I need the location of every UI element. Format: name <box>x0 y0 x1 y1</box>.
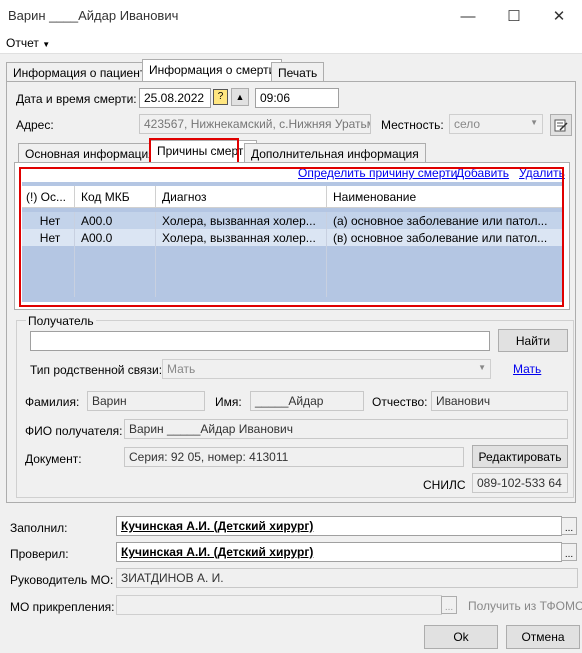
grid-highlight <box>19 167 564 307</box>
ok-button[interactable]: Ok <box>424 625 498 649</box>
time-up-button[interactable]: ▲ <box>231 88 249 106</box>
checked-by-select-button[interactable]: ... <box>561 543 577 561</box>
filled-by-field[interactable]: Кучинская А.И. (Детский хирург) <box>116 516 562 536</box>
edit-document-button[interactable]: Редактировать <box>472 445 568 468</box>
edit-icon <box>554 119 568 132</box>
checked-by-label: Проверил: <box>10 547 69 561</box>
name-field[interactable]: _____Айдар <box>250 391 364 411</box>
get-from-tfoms-link[interactable]: Получить из ТФОМС <box>468 599 582 613</box>
triangle-up-icon: ▲ <box>235 92 245 102</box>
minimize-icon[interactable]: — <box>445 0 491 32</box>
recipient-search-input[interactable] <box>30 331 490 351</box>
tab-additional-info[interactable]: Дополнительная информация <box>244 143 426 163</box>
address-label: Адрес: <box>16 118 54 132</box>
menu-bar: Отчет ▼ <box>0 32 582 54</box>
surname-label: Фамилия: <box>25 395 80 409</box>
chevron-down-icon: ▼ <box>530 118 538 127</box>
head-mo-label: Руководитель МО: <box>10 573 114 587</box>
chevron-down-icon: ▼ <box>478 363 486 372</box>
find-button[interactable]: Найти <box>498 329 568 352</box>
attach-mo-select-button[interactable]: ... <box>441 596 457 614</box>
tab-basic-info[interactable]: Основная информация <box>18 143 162 163</box>
death-date-field[interactable]: 25.08.2022 <box>139 88 211 108</box>
window-title: Варин ____Айдар Иванович <box>8 8 179 23</box>
patronymic-field[interactable]: Иванович <box>431 391 568 411</box>
address-edit-button[interactable] <box>550 114 572 136</box>
locality-label: Местность: <box>381 118 444 132</box>
attach-mo-field[interactable] <box>116 595 442 615</box>
document-label: Документ: <box>25 452 82 466</box>
calendar-help-icon[interactable]: ? <box>213 89 228 105</box>
chevron-down-icon: ▼ <box>42 40 51 49</box>
checked-by-field[interactable]: Кучинская А.И. (Детский хирург) <box>116 542 562 562</box>
maximize-icon[interactable]: ☐ <box>491 0 537 32</box>
tab-death-info[interactable]: Информация о смерти <box>142 59 283 82</box>
close-icon[interactable]: ✕ <box>536 0 582 32</box>
menu-report[interactable]: Отчет ▼ <box>6 36 50 50</box>
name-label: Имя: <box>215 395 242 409</box>
head-mo-field[interactable]: ЗИАТДИНОВ А. И. <box>116 568 578 588</box>
tab-patient-info[interactable]: Информация о пациенте <box>6 62 159 82</box>
relation-type-label: Тип родственной связи: <box>30 363 163 377</box>
filled-by-select-button[interactable]: ... <box>561 517 577 535</box>
snils-label: СНИЛС <box>423 478 466 492</box>
recipient-group-label: Получатель <box>26 314 96 328</box>
surname-field[interactable]: Варин <box>87 391 205 411</box>
patronymic-label: Отчество: <box>372 395 428 409</box>
locality-select[interactable]: село ▼ <box>449 114 543 134</box>
mother-link[interactable]: Мать <box>513 362 541 376</box>
snils-field[interactable]: 089-102-533 64 <box>472 473 568 493</box>
document-field[interactable]: Серия: 92 05, номер: 413011 <box>124 447 464 467</box>
recipient-fio-field[interactable]: Варин _____Айдар Иванович <box>124 419 568 439</box>
filled-by-label: Заполнил: <box>10 521 68 535</box>
attach-mo-label: МО прикрепления: <box>10 600 115 614</box>
tab-print[interactable]: Печать <box>271 62 325 82</box>
death-datetime-label: Дата и время смерти: <box>16 92 137 106</box>
address-field[interactable]: 423567, Нижнекамский, с.Нижняя Уратьма, <box>139 114 371 134</box>
causes-tab-highlight <box>149 138 239 165</box>
title-bar: Варин ____Айдар Иванович — ☐ ✕ <box>0 0 582 32</box>
recipient-fio-label: ФИО получателя: <box>25 424 123 438</box>
death-time-field[interactable]: 09:06 <box>255 88 339 108</box>
cancel-button[interactable]: Отмена <box>506 625 580 649</box>
relation-type-select[interactable]: Мать ▼ <box>162 359 491 379</box>
